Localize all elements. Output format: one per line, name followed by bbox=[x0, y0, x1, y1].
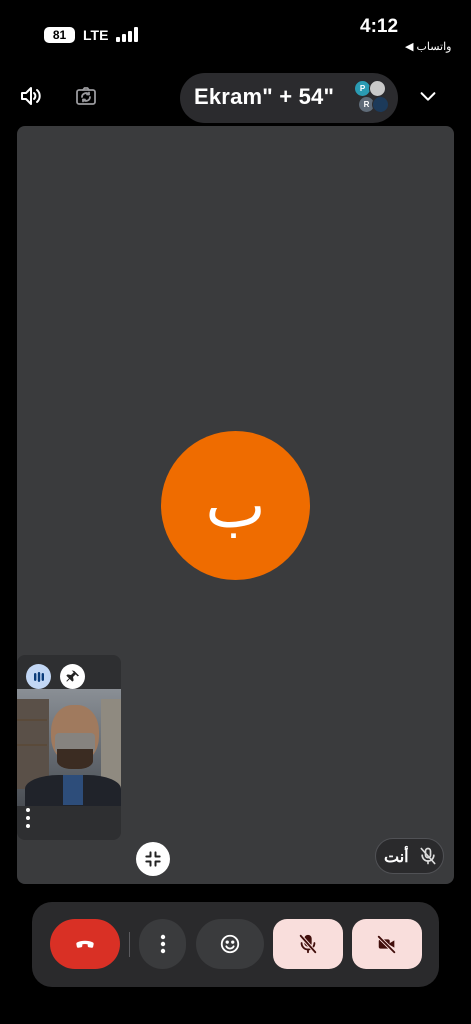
shrink-icon[interactable] bbox=[136, 842, 170, 876]
end-call-icon bbox=[76, 940, 94, 948]
emoji-icon bbox=[220, 934, 240, 954]
signal-icon bbox=[116, 27, 140, 42]
more-vert-icon bbox=[160, 934, 165, 954]
avatar bbox=[369, 80, 386, 97]
participant-avatar: ب bbox=[161, 431, 310, 580]
back-to-app-link[interactable]: ◀ واتساب bbox=[405, 40, 451, 53]
mic-toggle-button[interactable] bbox=[273, 919, 343, 969]
mic-off-icon bbox=[298, 933, 318, 955]
status-time: 4:12 bbox=[360, 16, 399, 37]
pin-icon[interactable] bbox=[60, 664, 85, 689]
camera-off-icon bbox=[376, 934, 397, 955]
more-options-button[interactable] bbox=[139, 919, 186, 969]
end-call-button[interactable] bbox=[50, 919, 120, 969]
camera-toggle-button[interactable] bbox=[352, 919, 422, 969]
avatar bbox=[372, 96, 389, 113]
call-title: Ekram" + 54" bbox=[194, 84, 335, 109]
participant-avatars: P R bbox=[352, 78, 392, 116]
network-type: LTE bbox=[83, 27, 109, 43]
more-vert-icon[interactable] bbox=[22, 808, 34, 828]
divider bbox=[129, 932, 130, 957]
speaker-icon[interactable] bbox=[14, 80, 46, 112]
flip-camera-icon[interactable] bbox=[70, 80, 102, 112]
self-label: أنت bbox=[384, 849, 409, 866]
self-video-feed bbox=[17, 689, 121, 806]
mic-off-icon bbox=[418, 846, 438, 866]
audio-levels-icon bbox=[26, 664, 51, 689]
battery-indicator: 81 bbox=[44, 27, 75, 43]
reactions-button[interactable] bbox=[196, 919, 264, 969]
chevron-down-icon[interactable] bbox=[412, 80, 444, 112]
